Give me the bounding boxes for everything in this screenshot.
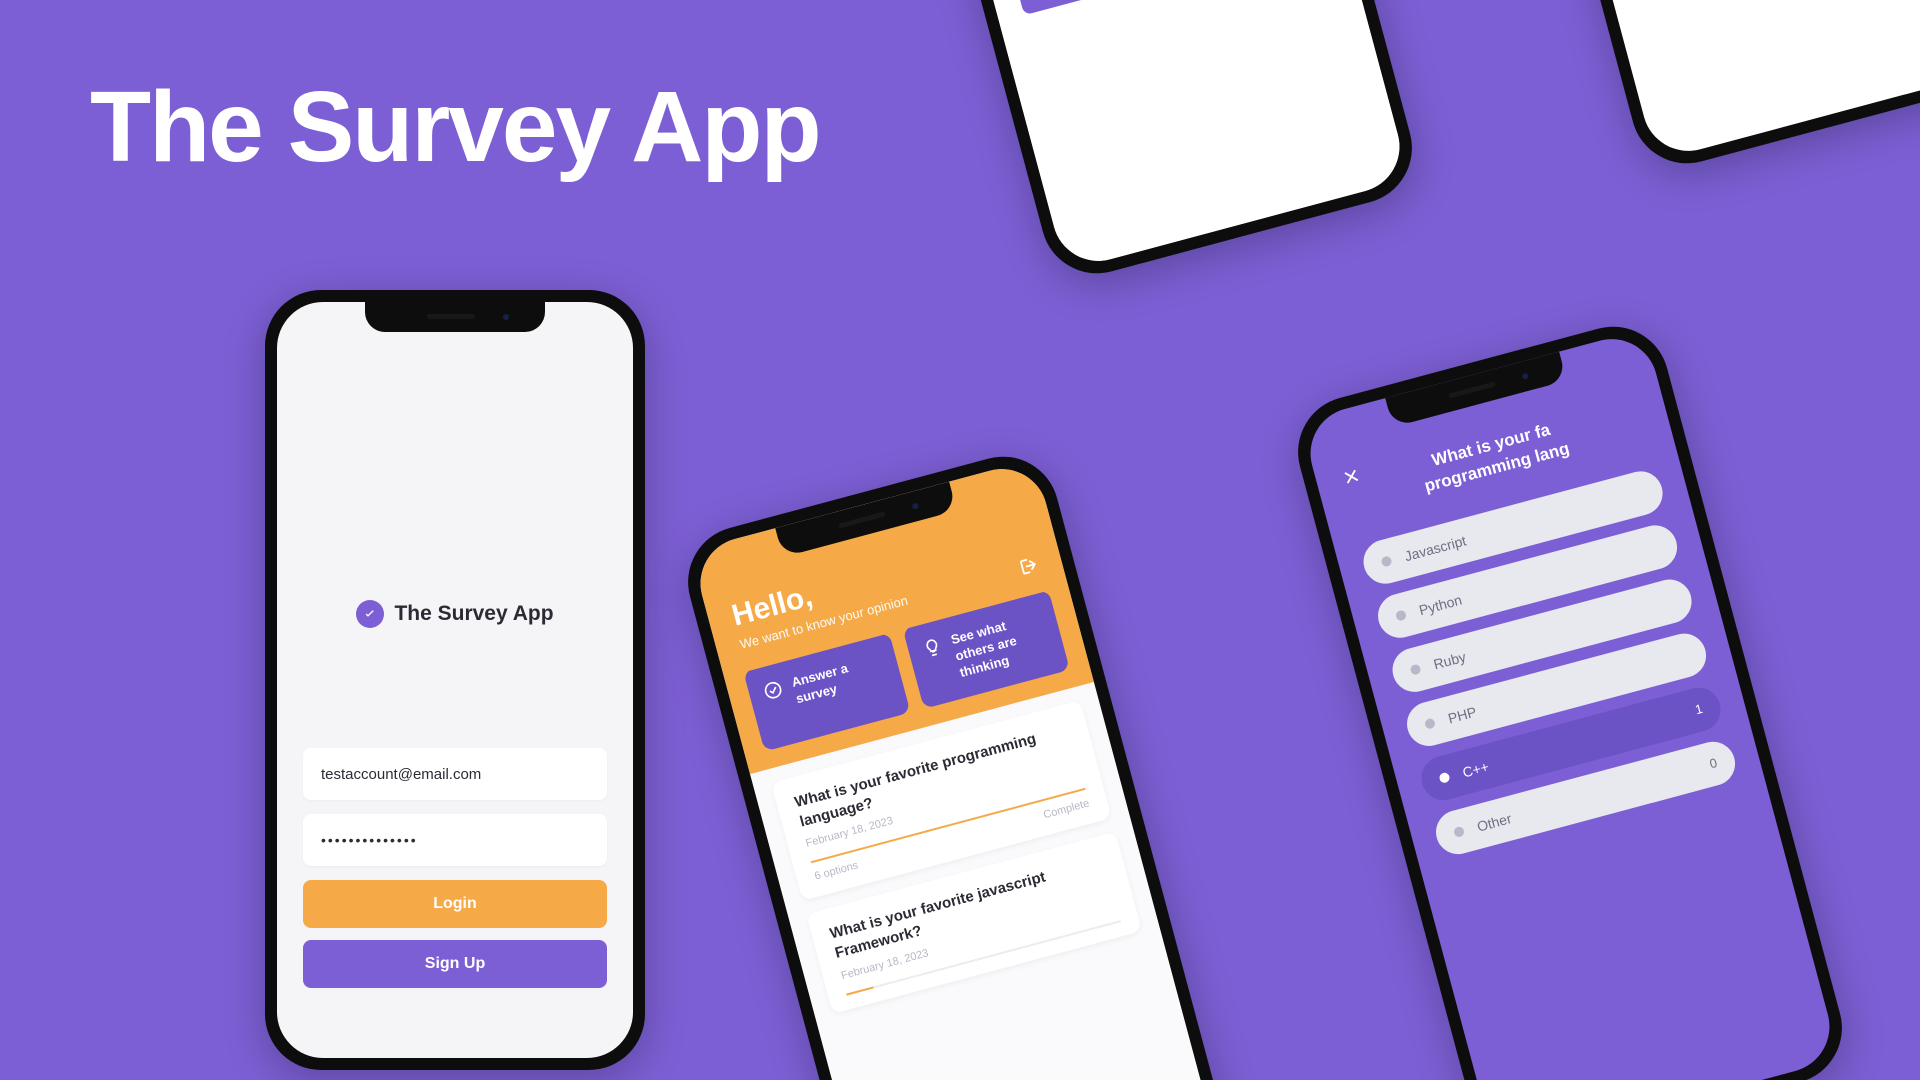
phone-signup: ars, one letter and one number password … (856, 0, 1425, 286)
signup-button[interactable]: Sign Up (303, 940, 607, 988)
option-count: 0 (1708, 755, 1719, 771)
check-circle-outline-icon (761, 678, 785, 702)
radio-icon (1409, 663, 1421, 675)
hero-title: The Survey App (90, 70, 820, 185)
radio-icon (1453, 826, 1465, 838)
radio-icon (1424, 717, 1436, 729)
login-button[interactable]: Login (303, 880, 607, 928)
tile-answer-label: Answer a survey (790, 651, 889, 708)
signup-screen: ars, one letter and one number password … (870, 0, 1410, 271)
option-label: Other (1475, 810, 1513, 835)
phone-notch (365, 302, 545, 332)
radio-icon (1380, 555, 1392, 567)
question-screen: What is your fa programming lang Javascr… (1300, 329, 1840, 1080)
phone-question: What is your fa programming lang Javascr… (1286, 314, 1855, 1080)
check-circle-icon (356, 600, 384, 628)
phone-home: Hello, We want to know your opinion Answ… (676, 444, 1245, 1080)
option-count: 1 (1693, 701, 1704, 717)
login-logo: The Survey App (356, 600, 553, 628)
option-label: C++ (1461, 758, 1491, 780)
question-status: Complete (1042, 798, 1091, 822)
home-screen: Hello, We want to know your opinion Answ… (690, 459, 1230, 1080)
radio-icon (1438, 772, 1450, 784)
email-field[interactable]: testaccount@email.com (303, 748, 607, 800)
option-label: Javascript (1403, 532, 1468, 564)
phone-edge (1446, 0, 1920, 176)
option-label: Ruby (1432, 648, 1468, 672)
option-label: Python (1417, 591, 1463, 618)
phone-login: The Survey App testaccount@email.com •••… (265, 290, 645, 1070)
question-options-count: 6 options (813, 860, 859, 883)
login-screen: The Survey App testaccount@email.com •••… (277, 302, 633, 1058)
tile-see-label: See what others are thinking (949, 609, 1052, 682)
signup-login-button[interactable]: Login (1012, 0, 1318, 15)
option-label: PHP (1446, 703, 1478, 726)
lightbulb-icon (920, 635, 944, 659)
radio-icon (1395, 609, 1407, 621)
password-field[interactable]: •••••••••••••• (303, 814, 607, 866)
login-app-name: The Survey App (394, 602, 553, 626)
logout-icon[interactable] (1015, 552, 1042, 579)
